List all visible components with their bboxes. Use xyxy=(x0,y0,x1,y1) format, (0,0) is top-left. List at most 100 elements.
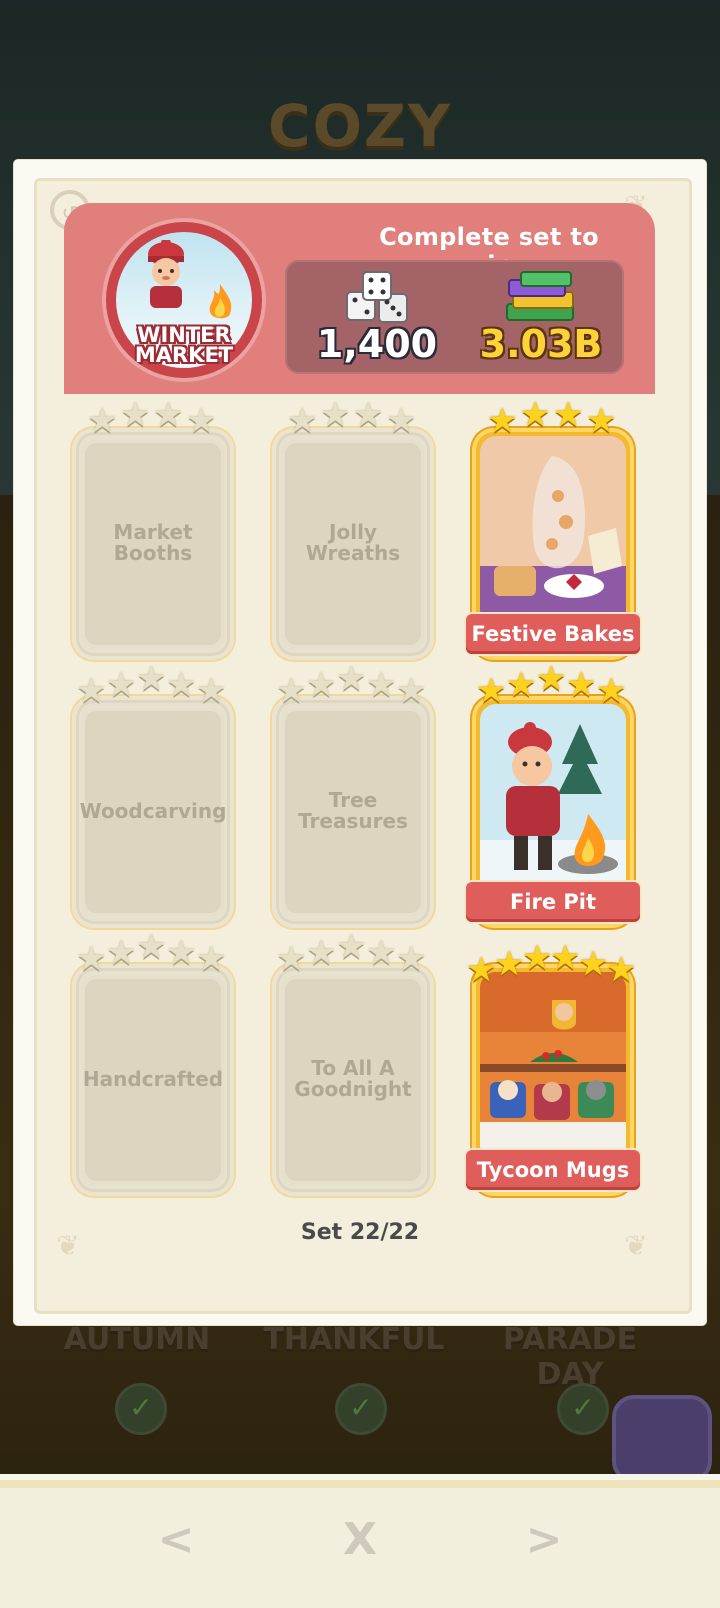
star-icon: ★ xyxy=(276,939,307,979)
card-title-line: Jolly xyxy=(329,520,377,544)
star-rating: ★ ★ ★ ★ ★ xyxy=(272,930,434,979)
star-icon: ★ xyxy=(520,395,551,435)
card-title-line: Woodcarving xyxy=(79,799,227,823)
star-icon: ★ xyxy=(476,671,507,711)
star-icon: ★ xyxy=(396,939,427,979)
star-rating: ★ ★ ★ ★ xyxy=(72,398,234,438)
star-icon: ★ xyxy=(276,671,307,711)
card-festive-bakes[interactable]: Festive Bakes ★ ★ ★ ★ xyxy=(466,398,640,660)
star-icon: ★ xyxy=(76,939,107,979)
star-icon: ★ xyxy=(166,665,197,705)
card-jolly-wreaths[interactable]: Jolly Wreaths ★ ★ ★ ★ xyxy=(272,398,434,660)
star-icon: ★ xyxy=(366,933,397,973)
star-icon: ★ xyxy=(566,665,597,705)
star-icon: ★ xyxy=(136,927,167,967)
star-icon: ★ xyxy=(487,401,518,441)
check-icon: ✓ xyxy=(557,1383,609,1435)
card-art xyxy=(480,704,626,894)
star-icon: ★ xyxy=(287,401,318,441)
star-icon: ★ xyxy=(106,665,137,705)
star-icon: ★ xyxy=(550,938,581,978)
star-icon: ★ xyxy=(196,671,227,711)
card-tycoon-mugs[interactable]: Tycoon Mugs ★ ★ ★ ★ ★ ★ xyxy=(466,941,640,1196)
card-title-line: Treasures xyxy=(298,809,408,833)
star-icon: ★ xyxy=(466,950,497,990)
card-handcrafted[interactable]: Handcrafted ★ ★ ★ ★ ★ xyxy=(72,930,234,1196)
card-title: Jolly Wreaths xyxy=(278,522,428,564)
star-icon: ★ xyxy=(353,395,384,435)
card-art xyxy=(480,436,626,626)
star-icon: ★ xyxy=(494,944,525,984)
star-icon: ★ xyxy=(186,401,217,441)
star-rating: ★ ★ ★ ★ xyxy=(472,398,634,438)
star-icon: ★ xyxy=(166,933,197,973)
card-fire-pit[interactable]: Fire Pit ★ ★ ★ ★ ★ xyxy=(466,662,640,928)
star-icon: ★ xyxy=(320,395,351,435)
star-icon: ★ xyxy=(522,938,553,978)
star-icon: ★ xyxy=(536,659,567,699)
card-title-line: Handcrafted xyxy=(82,1067,224,1091)
card-tree-treasures[interactable]: Tree Treasures ★ ★ ★ ★ ★ xyxy=(272,662,434,928)
card-art xyxy=(480,972,626,1162)
star-icon: ★ xyxy=(196,939,227,979)
star-icon: ★ xyxy=(366,665,397,705)
chevron-right-icon[interactable]: > xyxy=(514,1510,574,1570)
card-title: Festive Bakes xyxy=(466,614,640,654)
cash-stack-icon xyxy=(506,271,574,321)
star-rating: ★ ★ ★ ★ ★ xyxy=(72,662,234,711)
star-icon: ★ xyxy=(596,671,627,711)
dice-reward-value: 1,400 xyxy=(316,322,438,366)
star-rating: ★ ★ ★ ★ ★ xyxy=(472,662,634,711)
card-title-line: Booths xyxy=(113,541,193,565)
set-name: WINTER MARKET xyxy=(134,323,234,367)
dice-reward: 1,400 xyxy=(297,260,457,374)
star-icon: ★ xyxy=(336,659,367,699)
card-title-line: Goodnight xyxy=(294,1077,412,1101)
album-label-thankful: THANKFUL xyxy=(263,1322,445,1357)
star-rating: ★ ★ ★ ★ xyxy=(272,398,434,438)
star-icon: ★ xyxy=(136,659,167,699)
star-icon: ★ xyxy=(606,950,637,990)
set-reward-banner: Complete set to win WINTER MARKET xyxy=(64,203,655,394)
close-icon[interactable]: X xyxy=(330,1510,390,1570)
star-icon: ★ xyxy=(336,927,367,967)
album-label-parade-day: PARADE DAY xyxy=(502,1322,638,1392)
card-title: Fire Pit xyxy=(466,882,640,922)
set-emblem: WINTER MARKET xyxy=(106,222,262,378)
chevron-left-icon[interactable]: < xyxy=(146,1510,206,1570)
card-title-line: Wreaths xyxy=(305,541,401,565)
card-title-line: To All A xyxy=(311,1056,395,1080)
star-icon: ★ xyxy=(386,401,417,441)
card-to-all-a-goodnight[interactable]: To All A Goodnight ★ ★ ★ ★ ★ xyxy=(272,930,434,1196)
check-icon: ✓ xyxy=(115,1383,167,1435)
star-icon: ★ xyxy=(306,665,337,705)
star-icon: ★ xyxy=(87,401,118,441)
star-icon: ★ xyxy=(153,395,184,435)
cash-reward: 3.03B xyxy=(461,260,621,374)
album-label-autumn: AUTUMN xyxy=(63,1322,211,1357)
star-icon: ★ xyxy=(578,944,609,984)
star-icon: ★ xyxy=(553,395,584,435)
card-market-booths[interactable]: Market Booths ★ ★ ★ ★ xyxy=(72,398,234,660)
star-icon: ★ xyxy=(76,671,107,711)
bottom-navigation: < X > xyxy=(0,1474,720,1608)
dice-shortcut-icon xyxy=(612,1395,712,1483)
star-icon: ★ xyxy=(120,395,151,435)
reward-panel: 1,400 3.03B xyxy=(285,260,624,374)
star-rating: ★ ★ ★ ★ ★ ★ xyxy=(466,938,636,987)
card-title: Tree Treasures xyxy=(278,790,428,832)
card-title-line: Market xyxy=(113,520,193,544)
card-title-line: Tree xyxy=(328,788,378,812)
event-title: COZY xyxy=(268,92,452,160)
check-icon: ✓ xyxy=(335,1383,387,1435)
card-title: Market Booths xyxy=(78,522,228,564)
star-icon: ★ xyxy=(396,671,427,711)
set-progress: Set 22/22 xyxy=(300,1220,420,1245)
star-rating: ★ ★ ★ ★ ★ xyxy=(72,930,234,979)
star-icon: ★ xyxy=(306,933,337,973)
character-icon xyxy=(148,240,184,308)
fire-icon xyxy=(209,284,232,319)
card-woodcarving[interactable]: Woodcarving ★ ★ ★ ★ ★ xyxy=(72,662,234,928)
star-icon: ★ xyxy=(506,665,537,705)
star-icon: ★ xyxy=(106,933,137,973)
